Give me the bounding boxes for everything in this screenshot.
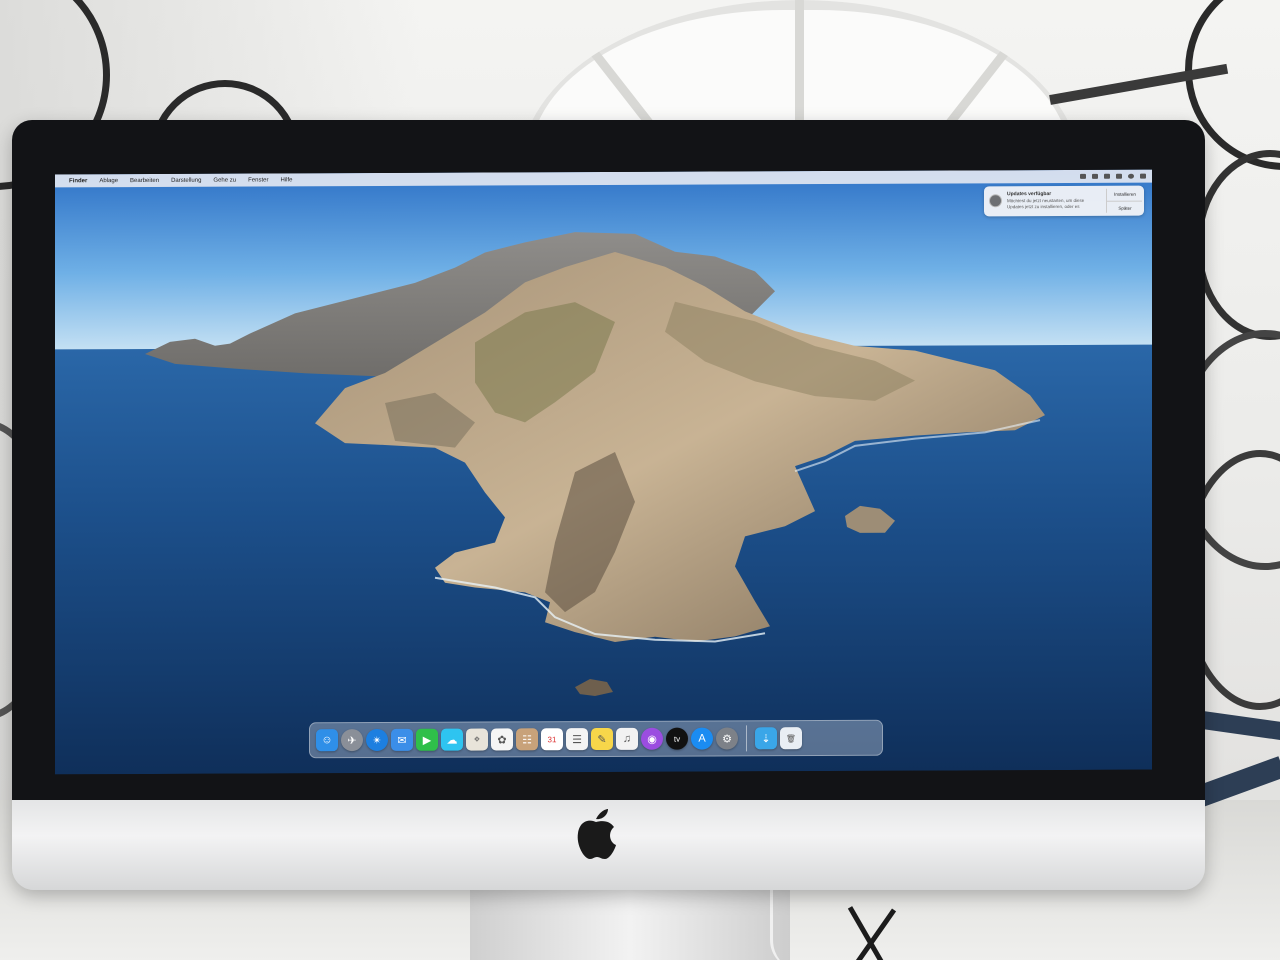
menu-fenster[interactable]: Fenster <box>248 177 268 183</box>
later-button[interactable]: Später <box>1108 206 1142 211</box>
imac-stand <box>470 885 790 960</box>
software-update-icon <box>989 194 1002 208</box>
menu-darstellung[interactable]: Darstellung <box>171 177 201 183</box>
facetime-icon[interactable]: ▶ <box>416 728 438 751</box>
calendar-icon[interactable]: 31 <box>541 728 563 751</box>
app-store-icon[interactable]: A <box>691 727 713 750</box>
notification-center-icon[interactable] <box>1140 173 1146 179</box>
wifi-icon[interactable] <box>1080 173 1086 179</box>
install-button[interactable]: Installieren <box>1108 192 1142 197</box>
imac: Finder Ablage Bearbeiten Darstellung Geh… <box>12 120 1205 890</box>
reminders-icon[interactable]: ☰ <box>566 728 588 751</box>
menu-bearbeiten[interactable]: Bearbeiten <box>130 177 159 183</box>
screen: Finder Ablage Bearbeiten Darstellung Geh… <box>55 169 1152 775</box>
search-icon[interactable] <box>1116 173 1122 179</box>
notification-button-divider <box>1107 200 1142 202</box>
dock-separator <box>746 725 747 752</box>
messages-icon[interactable]: ☁ <box>441 728 463 751</box>
siri-icon[interactable] <box>1128 173 1134 179</box>
menu-ablage[interactable]: Ablage <box>99 178 118 184</box>
notification-title: Updates verfügbar <box>1007 191 1052 198</box>
status-area <box>1080 170 1146 183</box>
power-cable <box>770 890 803 960</box>
photos-icon[interactable]: ✿ <box>491 728 513 751</box>
notification-body: Möchtest du jetzt neustarten, um diese U… <box>1007 197 1085 210</box>
safari-icon[interactable]: ✴ <box>366 728 388 752</box>
update-notification[interactable]: Updates verfügbar Möchtest du jetzt neus… <box>984 185 1144 217</box>
catalina-wallpaper <box>55 169 1152 775</box>
notes-icon[interactable]: ✎ <box>591 727 613 751</box>
menu-finder[interactable]: Finder <box>69 178 87 184</box>
system-preferences-icon[interactable]: ⚙ <box>716 727 738 750</box>
trash-icon[interactable]: 🗑 <box>780 727 802 750</box>
downloads-stack-icon[interactable]: ⇣ <box>755 727 777 750</box>
music-icon[interactable]: ♫ <box>616 727 638 750</box>
menu-gehe-zu[interactable]: Gehe zu <box>213 177 236 183</box>
dock: ☺ ✈ ✴ ✉ ▶ ☁ ⌖ ✿ ☷ 31 ☰ ✎ ♫ ◉ tv A ⚙ ⇣ 🗑 <box>309 719 883 759</box>
contacts-icon[interactable]: ☷ <box>516 728 538 751</box>
apple-logo-icon <box>577 809 616 859</box>
launchpad-icon[interactable]: ✈ <box>341 729 363 752</box>
finder-icon[interactable]: ☺ <box>316 729 338 752</box>
maps-icon[interactable]: ⌖ <box>466 728 488 751</box>
podcasts-icon[interactable]: ◉ <box>641 727 663 750</box>
volume-icon[interactable] <box>1092 173 1098 179</box>
clock-icon[interactable] <box>1104 173 1110 179</box>
mail-icon[interactable]: ✉ <box>391 728 413 751</box>
apple-tv-icon[interactable]: tv <box>666 727 688 750</box>
menu-hilfe[interactable]: Hilfe <box>280 177 292 183</box>
